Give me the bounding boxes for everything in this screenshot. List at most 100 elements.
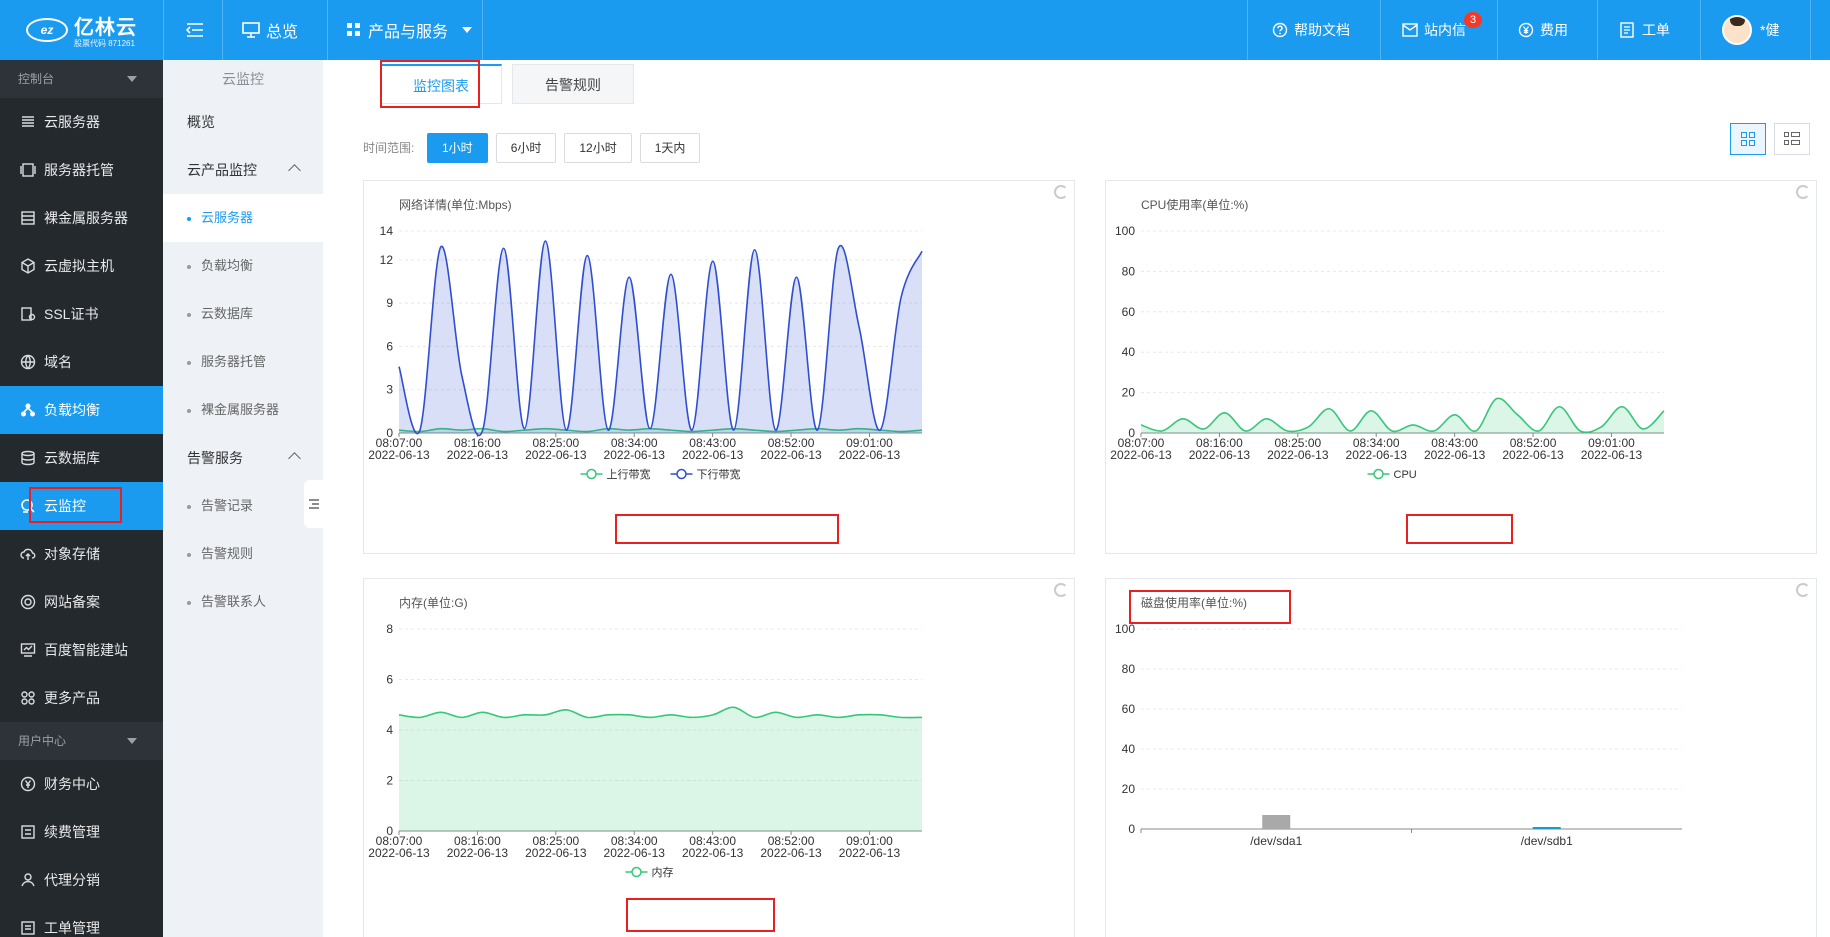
grid-view-button[interactable]	[1730, 123, 1766, 155]
sidebar-item-finance[interactable]: 财务中心	[0, 760, 163, 808]
certificate-icon	[21, 307, 36, 321]
nav-overview[interactable]: 总览	[242, 0, 298, 60]
messages-link[interactable]: 站内信	[1402, 0, 1466, 60]
bar	[1532, 827, 1561, 829]
range-1d-button[interactable]: 1天内	[639, 133, 701, 163]
legend-marker	[586, 468, 597, 480]
sidebar-item-certificate[interactable]: SSL证书	[0, 290, 163, 338]
sidebar-item-ticket[interactable]: 工单管理	[0, 904, 163, 937]
baremetal-icon	[20, 210, 36, 226]
subnav-group-alerts[interactable]: 告警服务	[163, 434, 323, 482]
divider	[1497, 0, 1498, 60]
sidebar-item-record[interactable]: 网站备案	[0, 578, 163, 626]
finance-icon	[20, 776, 36, 792]
subnav-item[interactable]: 裸金属服务器	[163, 386, 323, 434]
x-tick-date: 2022-06-13	[760, 846, 822, 860]
annotation-box	[626, 898, 775, 932]
brand-logo[interactable]: ez 亿林云 股票代码 871261	[0, 0, 163, 60]
sidebar-item-baremetal[interactable]: 裸金属服务器	[0, 194, 163, 242]
help-icon	[1272, 22, 1288, 38]
x-tick-date: 2022-06-13	[1502, 448, 1564, 462]
sidebar-item-database[interactable]: 云数据库	[0, 434, 163, 482]
main-content: 监控图表 告警规则 时间范围: 1小时 6小时 12小时 1天内 网络详情(单位…	[323, 60, 1830, 937]
time-range-label: 时间范围:	[363, 141, 415, 155]
subnav-item[interactable]: 告警记录	[163, 482, 323, 530]
y-tick-label: 40	[1122, 345, 1136, 359]
fees-link[interactable]: 费用	[1518, 0, 1568, 60]
certificate-icon	[20, 306, 36, 322]
sidebar-item-site[interactable]: 百度智能建站	[0, 626, 163, 674]
cpu-chart: CPU使用率(单位:%)02040608010008:07:002022-06-…	[1110, 197, 1665, 481]
legend-label: 上行带宽	[607, 467, 651, 481]
sidebar-section-console[interactable]: 控制台	[0, 60, 163, 98]
avatar	[1722, 15, 1752, 45]
sidebar-item-globe[interactable]: 域名	[0, 338, 163, 386]
document-icon	[1620, 22, 1634, 38]
y-tick-label: 6	[386, 339, 393, 353]
subnav-item[interactable]: 负载均衡	[163, 242, 323, 290]
legend-item[interactable]: 内存	[625, 865, 674, 879]
sidebar-item-rack[interactable]: 服务器托管	[0, 146, 163, 194]
sidebar-item-server[interactable]: 云服务器	[0, 98, 163, 146]
legend-label: 内存	[652, 865, 674, 879]
balance-icon	[21, 403, 35, 417]
x-tick-date: 2022-06-13	[1346, 448, 1408, 462]
subnav-item[interactable]: 云数据库	[163, 290, 323, 338]
subnav-overview[interactable]: 概览	[163, 98, 323, 146]
subnav-group-products[interactable]: 云产品监控	[163, 146, 323, 194]
legend-item[interactable]: 上行带宽	[580, 467, 651, 481]
sidebar-item-renew[interactable]: 续费管理	[0, 808, 163, 856]
range-1h-button[interactable]: 1小时	[427, 133, 488, 163]
y-tick-label: 9	[386, 296, 393, 310]
balance-icon	[20, 402, 36, 418]
range-12h-button[interactable]: 12小时	[564, 133, 632, 163]
subnav-item-label: 云服务器	[201, 210, 254, 225]
annotation-box	[29, 487, 122, 523]
subnav-item[interactable]: 告警联系人	[163, 578, 323, 626]
bullet-dot	[187, 408, 191, 413]
subnav-item-label: 裸金属服务器	[201, 402, 280, 417]
y-tick-label: 6	[386, 673, 393, 687]
user-menu[interactable]: *健	[1722, 0, 1779, 60]
fees-label: 费用	[1540, 22, 1568, 38]
sidebar-item-label: 负载均衡	[44, 402, 100, 418]
annotation-box	[1129, 590, 1291, 624]
collapse-subnav-button[interactable]	[304, 480, 324, 528]
sidebar-item-agent[interactable]: 代理分销	[0, 856, 163, 904]
agent-icon	[21, 873, 35, 887]
help-docs-link[interactable]: 帮助文档	[1272, 0, 1350, 60]
range-6h-button[interactable]: 6小时	[495, 133, 557, 163]
sidebar-item-balance[interactable]: 负载均衡	[0, 386, 163, 434]
legend-marker	[1373, 468, 1384, 480]
y-tick-label: 2	[386, 774, 393, 788]
x-tick-date: 2022-06-13	[682, 448, 744, 462]
time-range-options: 1小时 6小时 12小时 1天内	[427, 133, 708, 163]
tickets-link[interactable]: 工单	[1620, 0, 1670, 60]
menu-fold-icon[interactable]	[186, 0, 204, 60]
list-view-button[interactable]	[1774, 123, 1810, 155]
brand-sub: 股票代码 871261	[74, 39, 135, 48]
subnav-group-label: 告警服务	[187, 450, 243, 466]
sidebar-item-label: 网站备案	[44, 594, 100, 610]
subnav-item[interactable]: 服务器托管	[163, 338, 323, 386]
sidebar-item-grid[interactable]: 更多产品	[0, 674, 163, 722]
list-view-icon	[1784, 132, 1800, 146]
chevron-up-icon	[288, 452, 301, 465]
annotation-box	[380, 60, 480, 108]
legend-item[interactable]: CPU	[1367, 468, 1417, 481]
sidebar-item-cube[interactable]: 云虚拟主机	[0, 242, 163, 290]
brand-name: 亿林云	[74, 17, 137, 39]
x-tick-date: 2022-06-13	[682, 846, 744, 860]
sidebar-item-label: 云虚拟主机	[44, 258, 114, 274]
sidebar-item-cloud-upload[interactable]: 对象存储	[0, 530, 163, 578]
sidebar-section-label: 控制台	[18, 72, 55, 86]
legend-item[interactable]: 下行带宽	[670, 467, 741, 481]
grid-icon	[21, 691, 35, 705]
sidebar-section-user[interactable]: 用户中心	[0, 722, 163, 760]
subnav-item[interactable]: 云服务器	[163, 194, 323, 242]
nav-products[interactable]: 产品与服务	[346, 0, 473, 60]
divider	[163, 0, 164, 60]
subnav-item[interactable]: 告警规则	[163, 530, 323, 578]
sidebar-item-label: 代理分销	[44, 872, 100, 888]
tab-alert-rules[interactable]: 告警规则	[512, 64, 634, 104]
